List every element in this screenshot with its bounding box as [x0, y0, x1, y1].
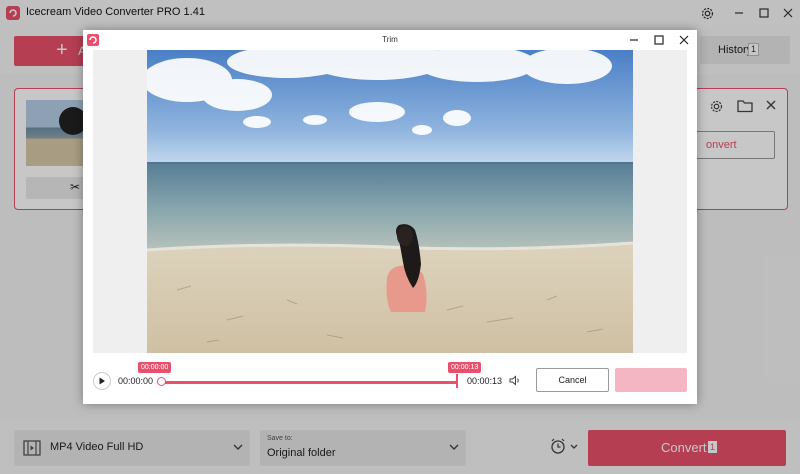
trim-start-handle[interactable]: [157, 377, 166, 386]
selection-end-tag: 00:00:13: [448, 362, 482, 373]
total-time: 00:00:13: [467, 376, 503, 386]
current-time: 00:00:00: [118, 376, 154, 386]
video-preview-area: [93, 50, 687, 353]
dialog-minimize-icon[interactable]: [624, 31, 644, 49]
trim-end-handle[interactable]: [456, 374, 458, 388]
trim-dialog-titlebar: Trim: [83, 30, 697, 50]
dialog-maximize-icon[interactable]: [649, 31, 669, 49]
trim-controls: 00:00:00 00:00:00 00:00:13 00:00:13 Canc…: [83, 353, 697, 404]
timeline-selection-track[interactable]: [161, 381, 457, 384]
selection-start-tag: 00:00:00: [138, 362, 172, 373]
trim-dialog: Trim 00:00:00 00:00:00 00:00:13 00:00:13…: [83, 30, 697, 404]
play-icon: [99, 377, 105, 385]
video-frame: [147, 50, 633, 353]
trim-confirm-button[interactable]: [615, 368, 687, 392]
volume-icon[interactable]: [509, 375, 521, 389]
cancel-button[interactable]: Cancel: [536, 368, 609, 392]
play-button[interactable]: [93, 372, 111, 390]
dialog-close-icon[interactable]: [674, 31, 694, 49]
trim-dialog-title: Trim: [382, 35, 398, 44]
